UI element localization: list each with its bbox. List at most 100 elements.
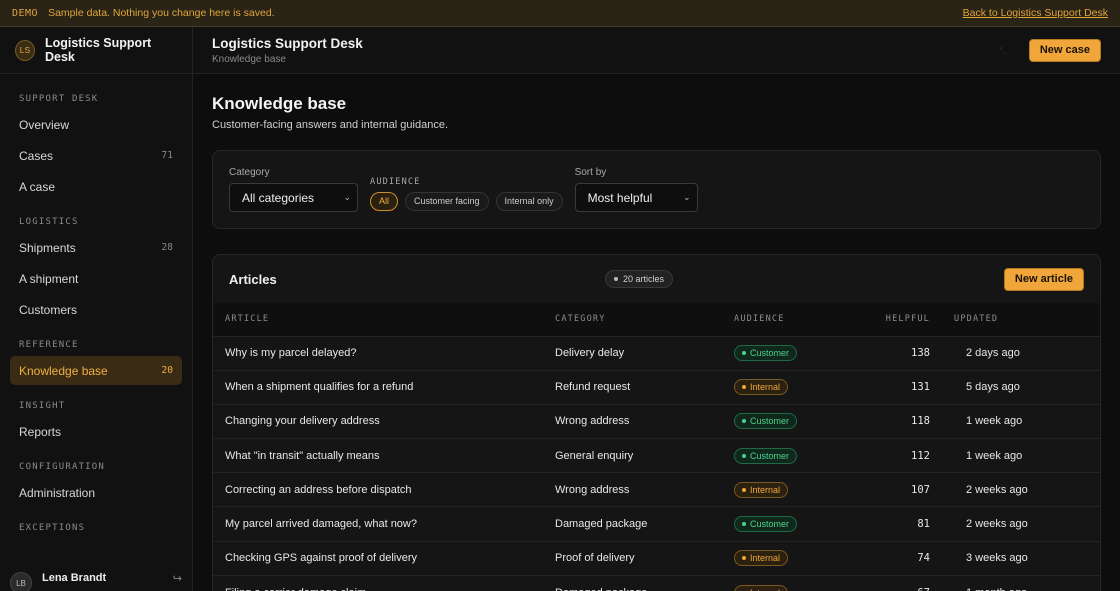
article-category: Wrong address bbox=[555, 415, 630, 428]
dot-icon bbox=[742, 419, 746, 424]
article-helpful: 107 bbox=[911, 483, 930, 496]
article-title[interactable]: Filing a carrier damage claim bbox=[213, 575, 543, 591]
article-helpful: 138 bbox=[911, 347, 930, 360]
table-row[interactable]: Why is my parcel delayed? Delivery delay C… bbox=[213, 336, 1100, 370]
user-profile[interactable]: LB Lena Brandt ↪ bbox=[0, 565, 192, 591]
table-body: Why is my parcel delayed? Delivery delay C… bbox=[213, 336, 1100, 591]
sidebar-item-cases[interactable]: Cases 71 bbox=[10, 141, 182, 170]
section-label-exceptions: EXCEPTIONS bbox=[19, 523, 86, 533]
column-header-audience[interactable]: AUDIENCE bbox=[722, 303, 842, 336]
sidebar-item-label: Customers bbox=[19, 302, 78, 317]
sidebar-item-label: Cases bbox=[19, 148, 54, 163]
table-row[interactable]: Filing a carrier damage claimDamaged pac… bbox=[213, 575, 1100, 591]
audience-chip-internal-only[interactable]: Internal only bbox=[495, 191, 563, 211]
audience-badge-label: Internal bbox=[750, 484, 781, 495]
sidebar-item-customers[interactable]: Customers bbox=[10, 295, 182, 324]
sidebar-item-shipments[interactable]: Shipments 28 bbox=[10, 233, 182, 262]
article-title[interactable]: Why is my parcel delayed? bbox=[213, 336, 543, 370]
moon-icon[interactable] bbox=[995, 40, 1015, 60]
column-header-article[interactable]: ARTICLE bbox=[213, 303, 543, 336]
article-audience-cell: Internal bbox=[722, 541, 842, 575]
audience-label: AUDIENCE bbox=[370, 177, 421, 187]
article-updated: 2 weeks ago bbox=[966, 518, 1028, 531]
article-audience-cell: Internal bbox=[722, 473, 842, 507]
article-title[interactable]: My parcel arrived damaged, what now? bbox=[213, 507, 543, 541]
sidebar-item-administration[interactable]: Administration bbox=[10, 478, 182, 507]
sidebar-item-label: A case bbox=[19, 179, 56, 194]
table-row[interactable]: Correcting an address before dispatch Wro… bbox=[213, 472, 1100, 507]
table-row[interactable]: Checking GPS against proof of delivery Pr… bbox=[213, 541, 1100, 575]
sidebar-item-knowledge-base[interactable]: Knowledge base 20 bbox=[10, 356, 182, 385]
brand-avatar: LS bbox=[15, 39, 35, 61]
demo-tag: DEMO bbox=[12, 7, 39, 19]
audience-badge-label: Customer bbox=[750, 519, 790, 530]
section-label-reference: REFERENCE bbox=[19, 340, 79, 350]
article-title[interactable]: When a shipment qualifies for a refund bbox=[213, 370, 543, 404]
article-helpful: 74 bbox=[917, 552, 930, 565]
category-label: Category bbox=[229, 167, 270, 178]
category-value: All categories bbox=[242, 190, 315, 205]
sidebar-item-label: Reports bbox=[19, 424, 62, 439]
sidebar-item-a-shipment[interactable]: A shipment bbox=[10, 264, 182, 293]
article-category: Damaged package bbox=[543, 575, 722, 591]
article-category: Proof of delivery bbox=[555, 552, 635, 565]
new-case-button[interactable]: New case bbox=[1028, 38, 1101, 62]
sort-select[interactable]: Most helpful ⌄ bbox=[574, 183, 698, 212]
sidebar: LS Logistics Support Desk SUPPORT DESK Ov… bbox=[0, 27, 193, 591]
sort-value: Most helpful bbox=[587, 190, 653, 205]
section-label-insight: INSIGHT bbox=[19, 401, 66, 411]
articles-count-badge: 20 articles bbox=[605, 270, 674, 288]
article-updated: 2 days ago bbox=[966, 347, 1020, 360]
article-helpful: 81 bbox=[917, 518, 930, 531]
articles-card: Articles 20 articles New article ARTICLE… bbox=[212, 254, 1101, 591]
audience-badge: Customer bbox=[734, 413, 798, 430]
article-title[interactable]: What "in transit" actually means bbox=[213, 439, 543, 473]
brand[interactable]: LS Logistics Support Desk bbox=[0, 27, 192, 74]
article-category: Refund request bbox=[555, 381, 631, 394]
sidebar-item-label: Knowledge base bbox=[19, 363, 108, 378]
article-helpful: 118 bbox=[911, 415, 930, 428]
audience-badge: Customer bbox=[734, 345, 798, 362]
article-updated: 1 month ago bbox=[942, 575, 1100, 591]
table-row[interactable]: My parcel arrived damaged, what now? Dama… bbox=[213, 506, 1100, 541]
article-title[interactable]: Changing your delivery address bbox=[213, 404, 543, 438]
article-title[interactable]: Correcting an address before dispatch bbox=[213, 473, 543, 507]
category-select[interactable]: All categories ⌄ bbox=[229, 183, 358, 212]
dot-icon bbox=[614, 277, 618, 281]
filters-panel: Category All categories ⌄ AUDIENCE All Cu… bbox=[212, 150, 1101, 229]
chevron-down-icon: ⌄ bbox=[343, 192, 351, 202]
page-title: Knowledge base bbox=[212, 94, 347, 113]
column-header-helpful[interactable]: HELPFUL bbox=[842, 303, 942, 336]
sidebar-item-label: Administration bbox=[19, 485, 96, 500]
dot-icon bbox=[742, 556, 746, 561]
article-audience-cell: Customer bbox=[722, 507, 842, 541]
demo-banner: DEMO Sample data. Nothing you change her… bbox=[0, 0, 1120, 27]
topbar-title: Logistics Support Desk bbox=[212, 35, 363, 51]
sidebar-item-overview[interactable]: Overview bbox=[10, 110, 182, 139]
back-link[interactable]: Back to Logistics Support Desk bbox=[963, 7, 1108, 19]
audience-chip-all[interactable]: All bbox=[370, 191, 399, 211]
table-row[interactable]: Changing your delivery address Wrong addr… bbox=[213, 404, 1100, 438]
sidebar-item-reports[interactable]: Reports bbox=[10, 417, 182, 446]
article-updated: 3 weeks ago bbox=[966, 552, 1028, 565]
table-row[interactable]: When a shipment qualifies for a refund Re… bbox=[213, 370, 1100, 404]
audience-chip-customer-facing[interactable]: Customer facing bbox=[405, 191, 489, 211]
table-row[interactable]: What "in transit" actually means General … bbox=[213, 438, 1100, 473]
article-updated: 5 days ago bbox=[966, 381, 1020, 394]
article-audience-cell: Customer bbox=[722, 336, 842, 370]
column-header-category[interactable]: CATEGORY bbox=[543, 303, 722, 336]
main: Logistics Support Desk Knowledge base Ne… bbox=[193, 27, 1120, 591]
article-helpful: 131 bbox=[911, 381, 930, 394]
chevron-down-icon: ⌄ bbox=[683, 192, 691, 202]
sidebar-item-a-case[interactable]: A case bbox=[10, 172, 182, 201]
column-header-updated[interactable]: UPDATED bbox=[942, 303, 1100, 336]
audience-badge-label: Internal bbox=[750, 588, 780, 591]
article-category: Wrong address bbox=[555, 483, 630, 496]
new-article-button[interactable]: New article bbox=[1003, 267, 1084, 291]
articles-table: ARTICLE CATEGORY AUDIENCE HELPFUL UPDATED Wh… bbox=[213, 303, 1100, 591]
article-updated: 2 weeks ago bbox=[966, 483, 1028, 496]
article-title[interactable]: Checking GPS against proof of delivery bbox=[213, 541, 543, 575]
logout-icon[interactable]: ↪ bbox=[173, 572, 182, 585]
topbar: Logistics Support Desk Knowledge base Ne… bbox=[193, 27, 1120, 74]
sidebar-item-count: 20 bbox=[161, 365, 173, 376]
